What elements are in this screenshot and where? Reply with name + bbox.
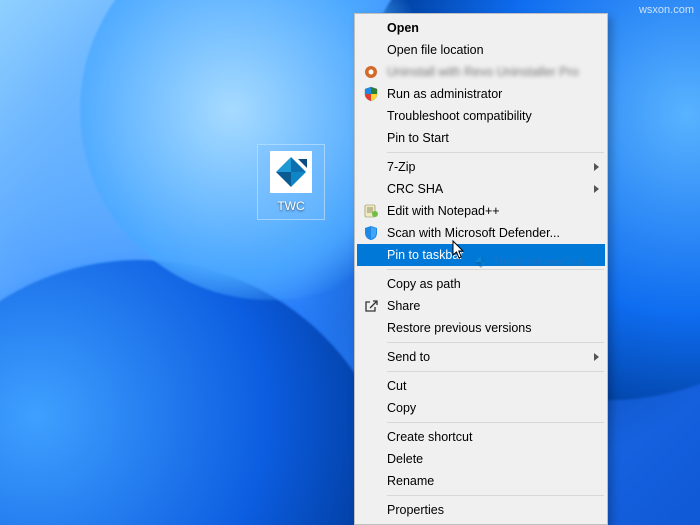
desktop-icon-twc[interactable]: TWC <box>257 144 325 220</box>
menu-item-open[interactable]: Open <box>357 17 605 39</box>
menu-item-delete[interactable]: Delete <box>357 448 605 470</box>
menu-item-open-file-location[interactable]: Open file location <box>357 39 605 61</box>
menu-item-properties[interactable]: Properties <box>357 499 605 521</box>
menu-separator <box>387 269 604 270</box>
menu-item-pin-to-start[interactable]: Pin to Start <box>357 127 605 149</box>
submenu-arrow-icon <box>594 163 599 171</box>
notepadpp-icon <box>363 203 379 219</box>
menu-item-copy[interactable]: Copy <box>357 397 605 419</box>
share-icon <box>363 298 379 314</box>
menu-item-edit-notepadpp[interactable]: Edit with Notepad++ <box>357 200 605 222</box>
menu-item-copy-as-path[interactable]: Copy as path <box>357 273 605 295</box>
menu-separator <box>387 495 604 496</box>
desktop-icon-image <box>270 151 312 193</box>
defender-icon <box>363 225 379 241</box>
shield-admin-icon <box>363 86 379 102</box>
menu-item-scan-defender[interactable]: Scan with Microsoft Defender... <box>357 222 605 244</box>
menu-item-cut[interactable]: Cut <box>357 375 605 397</box>
menu-separator <box>387 342 604 343</box>
submenu-arrow-icon <box>594 353 599 361</box>
menu-separator <box>387 422 604 423</box>
menu-separator <box>387 371 604 372</box>
uninstaller-icon <box>363 64 379 80</box>
menu-item-troubleshoot[interactable]: Troubleshoot compatibility <box>357 105 605 127</box>
desktop-icon-label: TWC <box>277 199 304 213</box>
menu-item-rename[interactable]: Rename <box>357 470 605 492</box>
menu-item-7zip[interactable]: 7-Zip <box>357 156 605 178</box>
menu-item-send-to[interactable]: Send to <box>357 346 605 368</box>
submenu-arrow-icon <box>594 185 599 193</box>
menu-item-crc-sha[interactable]: CRC SHA <box>357 178 605 200</box>
menu-item-pin-to-taskbar[interactable]: Pin to taskbar <box>357 244 605 266</box>
desktop[interactable]: wsxon.com TWC Open Open file location Un… <box>0 0 700 525</box>
context-menu: Open Open file location Uninstall with R… <box>354 13 608 525</box>
menu-item-restore-versions[interactable]: Restore previous versions <box>357 317 605 339</box>
menu-item-share[interactable]: Share <box>357 295 605 317</box>
menu-separator <box>387 152 604 153</box>
menu-item-create-shortcut[interactable]: Create shortcut <box>357 426 605 448</box>
menu-item-obscured[interactable]: Uninstall with Revo Uninstaller Pro <box>357 61 605 83</box>
menu-item-run-as-admin[interactable]: Run as administrator <box>357 83 605 105</box>
credit-text: wsxon.com <box>639 4 694 16</box>
wallpaper-shape <box>0 260 400 525</box>
